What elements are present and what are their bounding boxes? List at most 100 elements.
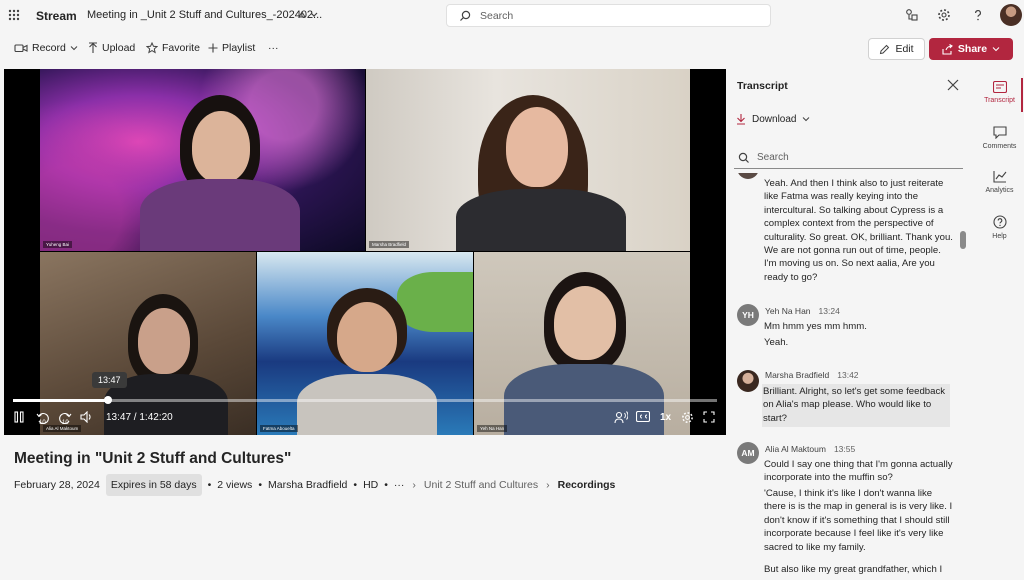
download-icon — [737, 114, 745, 125]
gear-icon — [682, 412, 693, 423]
participant-body — [140, 179, 300, 251]
connect-icon[interactable] — [905, 8, 919, 22]
participant-name-label: Yeh Na Han — [477, 425, 508, 432]
video-timecode: 13:47 / 1:42:20 — [106, 412, 173, 423]
transcript-text: Mm hmm yes mm hmm. — [764, 321, 867, 332]
participant-tile: Fatma Abouelta — [257, 252, 473, 435]
fullscreen-icon — [703, 411, 715, 423]
captions-button[interactable] — [636, 411, 650, 422]
user-avatar[interactable] — [1000, 4, 1022, 26]
document-title[interactable]: Meeting in _Unit 2 Stuff and Cultures_-2… — [87, 9, 322, 21]
upload-label: Upload — [102, 42, 136, 54]
rail-tab-comments[interactable]: Comments — [975, 126, 1024, 150]
chevron-down-icon — [992, 47, 1000, 52]
more-commands-button[interactable]: ··· — [268, 42, 279, 54]
global-search-box[interactable]: Search — [446, 4, 771, 27]
volume-button[interactable] — [80, 411, 94, 423]
transcript-panel: Transcript Download Search Yeah. And the… — [726, 69, 971, 580]
video-player[interactable]: Yuheng Bai Marsha Bradfield Alia Al Makt… — [4, 69, 726, 435]
separator-dot: • — [353, 479, 358, 491]
participant-face — [554, 286, 616, 360]
transcript-search-input[interactable]: Search — [734, 147, 963, 169]
skip-back-button[interactable]: 10 — [36, 411, 50, 426]
seek-bar[interactable] — [13, 396, 717, 404]
speaker-avatar: AM — [737, 442, 759, 464]
rail-tab-transcript[interactable]: Transcript — [975, 81, 1024, 104]
playlist-button[interactable]: Playlist — [208, 42, 255, 54]
share-button[interactable]: Share — [929, 38, 1013, 60]
side-rail: Transcript Comments Analytics Help — [975, 69, 1024, 580]
breadcrumb-overflow-button[interactable]: ··· — [394, 479, 405, 491]
transcript-scrollbar[interactable] — [960, 231, 966, 249]
share-label: Share — [957, 43, 988, 55]
rail-tab-analytics[interactable]: Analytics — [975, 170, 1024, 194]
pencil-icon — [880, 44, 890, 54]
breadcrumb-folder[interactable]: Unit 2 Stuff and Cultures — [424, 479, 538, 491]
chevron-down-icon — [70, 46, 78, 51]
edit-button[interactable]: Edit — [868, 38, 925, 60]
comment-icon — [992, 126, 1007, 139]
transcript-list[interactable]: Yeah. And then I think also to just reit… — [726, 173, 962, 580]
skip-back-seconds: 10 — [39, 420, 46, 426]
speaker-name: Marsha Bradfield — [765, 370, 830, 380]
speaker-avatar — [737, 370, 759, 392]
rail-label: Comments — [982, 143, 1017, 150]
pause-button[interactable] — [13, 411, 25, 423]
seek-bar-thumb[interactable] — [103, 396, 112, 404]
close-panel-button[interactable] — [947, 79, 959, 91]
quality-label: HD — [363, 479, 379, 491]
scrub-time-tooltip: 13:47 — [92, 372, 127, 388]
fullscreen-button[interactable] — [703, 411, 715, 423]
voice-icon — [614, 411, 628, 424]
record-button[interactable]: Record — [14, 42, 78, 54]
edit-label: Edit — [895, 43, 914, 55]
download-label: Download — [752, 113, 797, 125]
app-launcher-icon[interactable] — [8, 9, 20, 21]
chevron-down-icon — [803, 117, 810, 122]
video-settings-button[interactable] — [681, 411, 694, 424]
skip-forward-button[interactable]: 10 — [58, 411, 72, 426]
timestamp: 13:24 — [818, 306, 840, 316]
background-decoration — [397, 272, 473, 332]
top-bar: Stream Meeting in _Unit 2 Stuff and Cult… — [0, 0, 1024, 32]
breadcrumb-current[interactable]: Recordings — [558, 479, 616, 491]
download-transcript-button[interactable]: Download — [736, 113, 810, 125]
participant-name-label: Yuheng Bai — [43, 241, 73, 248]
search-icon — [460, 10, 471, 21]
transcript-search-placeholder: Search — [757, 152, 789, 163]
participant-tile: Yuheng Bai — [40, 69, 365, 251]
help-icon[interactable] — [971, 8, 985, 22]
timestamp: 13:42 — [837, 370, 859, 380]
settings-gear-icon[interactable] — [937, 8, 951, 22]
view-count: 2 views — [217, 479, 253, 491]
separator-dot: • — [384, 479, 388, 491]
transcript-title: Transcript — [737, 80, 788, 92]
upload-button[interactable]: Upload — [88, 42, 135, 54]
plus-icon — [208, 43, 218, 53]
analytics-chart-icon — [992, 171, 1006, 183]
participant-face — [506, 107, 568, 187]
sensitivity-chevron-icon[interactable] — [296, 8, 320, 22]
audio-description-button[interactable] — [614, 411, 628, 424]
video-metadata: February 28, 2024 Expires in 58 days • 2… — [14, 474, 615, 496]
transcript-text: Yeah. And then I think also to just reit… — [764, 178, 953, 283]
transcript-text: 'Cause, I think it's like I don't wanna … — [764, 488, 953, 553]
participant-face — [192, 111, 250, 183]
speaker-avatar — [737, 173, 759, 179]
participant-tile: Yeh Na Han — [474, 252, 690, 435]
rail-tab-help[interactable]: Help — [975, 215, 1024, 240]
playback-speed-button[interactable]: 1x — [660, 412, 671, 423]
record-camera-icon — [14, 44, 28, 53]
expiration-badge[interactable]: Expires in 58 days — [105, 474, 202, 496]
upload-icon — [89, 42, 97, 53]
speaker-avatar: YH — [737, 304, 759, 326]
video-title: Meeting in "Unit 2 Stuff and Cultures" — [14, 450, 292, 467]
participant-face — [337, 302, 397, 372]
owner-name[interactable]: Marsha Bradfield — [268, 479, 347, 491]
favorite-button[interactable]: Favorite — [146, 42, 200, 54]
global-search-placeholder: Search — [480, 10, 514, 22]
participant-body — [456, 189, 626, 251]
timestamp: 13:55 — [833, 444, 856, 454]
app-name[interactable]: Stream — [36, 9, 77, 23]
favorite-label: Favorite — [162, 42, 200, 54]
